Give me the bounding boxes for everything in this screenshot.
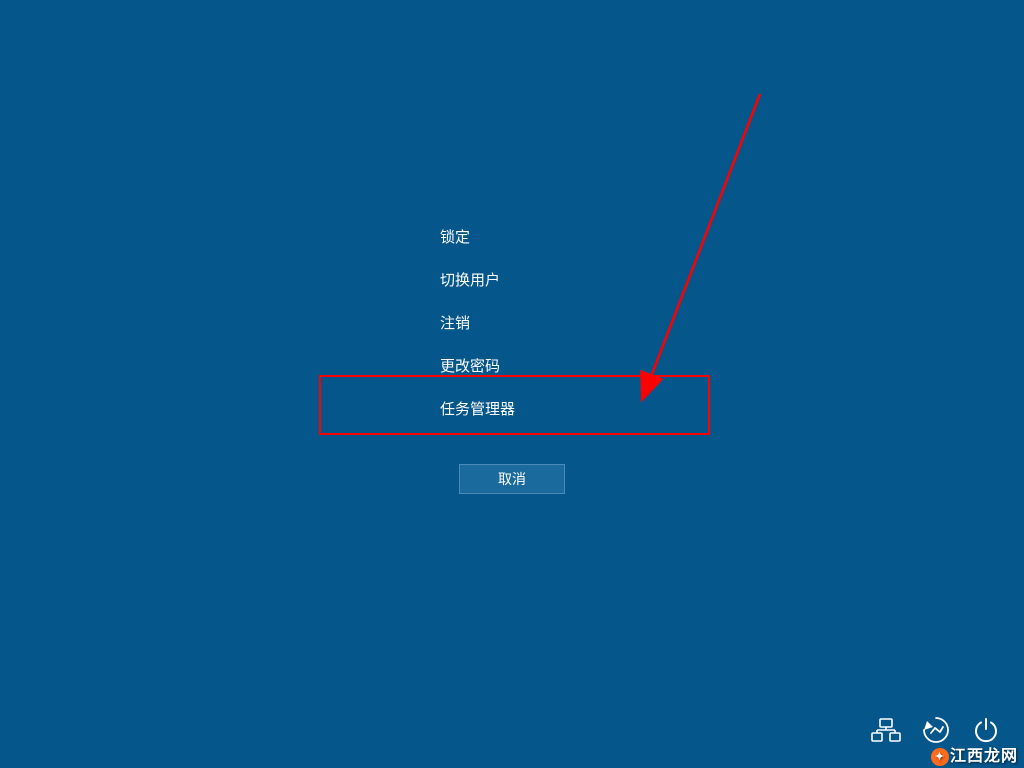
watermark: ✦江西龙网 xyxy=(931,742,1018,766)
menu-item-lock[interactable]: 锁定 xyxy=(440,215,515,258)
network-icon[interactable] xyxy=(870,714,902,746)
menu-item-task-manager[interactable]: 任务管理器 xyxy=(440,387,515,430)
menu-item-change-password[interactable]: 更改密码 xyxy=(440,344,515,387)
menu-item-sign-out[interactable]: 注销 xyxy=(440,301,515,344)
watermark-logo-icon: ✦ xyxy=(931,748,949,766)
watermark-text: 江西龙网 xyxy=(950,748,1018,765)
security-options-menu: 锁定 切换用户 注销 更改密码 任务管理器 xyxy=(440,215,515,430)
menu-item-switch-user[interactable]: 切换用户 xyxy=(440,258,515,301)
cancel-button[interactable]: 取消 xyxy=(459,464,565,494)
